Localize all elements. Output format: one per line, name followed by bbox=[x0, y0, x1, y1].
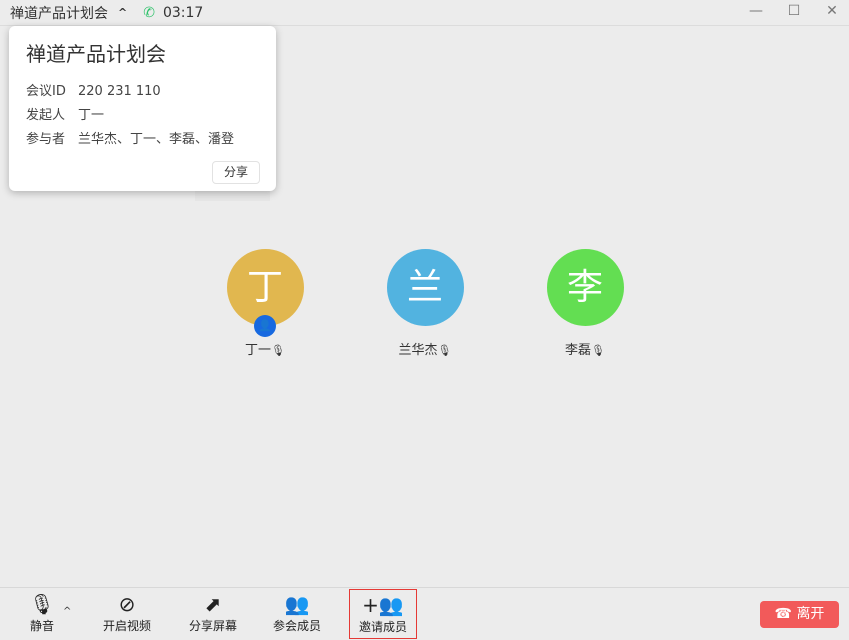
title-bar: 禅道产品计划会 ^ ✆ 03:17 — ☐ ✕ bbox=[0, 0, 849, 26]
label: 发起人 bbox=[26, 108, 66, 123]
mute-button[interactable]: 🎙 静音 bbox=[22, 589, 62, 639]
popup-shadow bbox=[195, 191, 270, 201]
leave-button[interactable]: ☎ 离开 bbox=[760, 601, 839, 628]
share-button[interactable]: 分享 bbox=[212, 161, 260, 184]
share-screen-button[interactable]: ⬈ 分享屏幕 bbox=[182, 589, 244, 639]
call-timer: 03:17 bbox=[162, 4, 204, 21]
mic-icon: 🎙 bbox=[591, 344, 605, 357]
members-icon: 👥 bbox=[284, 592, 310, 616]
phone-icon: ✆ bbox=[143, 4, 155, 21]
label: 静音 bbox=[29, 619, 54, 633]
participant-tile[interactable]: 丁 👤 丁一🎙 bbox=[226, 249, 304, 358]
add-user-icon: +👥 bbox=[362, 593, 404, 617]
video-off-icon: ⊘ bbox=[118, 592, 136, 616]
meeting-id-row: 会议ID 220 231 110 bbox=[26, 80, 161, 99]
mic-icon: 🎙 bbox=[271, 344, 285, 357]
participant-name: 兰华杰 bbox=[398, 343, 438, 358]
meeting-info-popup: 禅道产品计划会 会议ID 220 231 110 发起人 丁一 参与者 兰华杰、丁一、… bbox=[9, 26, 276, 191]
label: 参与者 bbox=[26, 132, 66, 147]
label: 邀请成员 bbox=[358, 620, 407, 634]
meeting-toolbar: 🎙 静音 ^ ⊘ 开启视频 ⬈ 分享屏幕 👥 参会成员 +👥 邀请成员 ☎ 离开 bbox=[0, 587, 849, 640]
meeting-title[interactable]: 禅道产品计划会 bbox=[10, 3, 108, 23]
avatar: 李 bbox=[546, 249, 624, 326]
popup-title: 禅道产品计划会 bbox=[26, 42, 166, 66]
label: 离开 bbox=[796, 606, 825, 622]
hang-up-icon: ☎ bbox=[774, 606, 797, 622]
start-video-button[interactable]: ⊘ 开启视频 bbox=[96, 589, 158, 639]
label: 参会成员 bbox=[272, 619, 321, 633]
chevron-up-icon[interactable]: ^ bbox=[118, 6, 127, 19]
close-button[interactable]: ✕ bbox=[822, 3, 842, 19]
members-button[interactable]: 👥 参会成员 bbox=[266, 589, 328, 639]
label: 会议ID bbox=[26, 84, 66, 99]
participant-tile[interactable]: 兰 兰华杰🎙 bbox=[386, 249, 464, 358]
share-screen-icon: ⬈ bbox=[204, 592, 222, 616]
mute-options-caret-icon[interactable]: ^ bbox=[63, 606, 71, 617]
maximize-button[interactable]: ☐ bbox=[784, 3, 804, 19]
mic-icon: 🎙 bbox=[437, 344, 452, 357]
value: 丁一 bbox=[78, 108, 105, 123]
participants-row: 参与者 兰华杰、丁一、李磊、潘登 bbox=[26, 128, 234, 147]
participant-name: 李磊 bbox=[565, 343, 592, 358]
minimize-button[interactable]: — bbox=[746, 3, 766, 19]
avatar: 兰 bbox=[386, 249, 464, 326]
participant-name: 丁一 bbox=[245, 343, 272, 358]
participant-tile[interactable]: 李 李磊🎙 bbox=[546, 249, 624, 358]
value: 兰华杰、丁一、李磊、潘登 bbox=[78, 132, 235, 147]
host-row: 发起人 丁一 bbox=[26, 104, 104, 123]
label: 开启视频 bbox=[102, 619, 151, 633]
value: 220 231 110 bbox=[78, 84, 161, 99]
label: 分享屏幕 bbox=[188, 619, 237, 633]
invite-members-button[interactable]: +👥 邀请成员 bbox=[349, 589, 417, 639]
microphone-icon: 🎙 bbox=[29, 592, 55, 616]
host-badge-icon: 👤 bbox=[254, 315, 276, 337]
